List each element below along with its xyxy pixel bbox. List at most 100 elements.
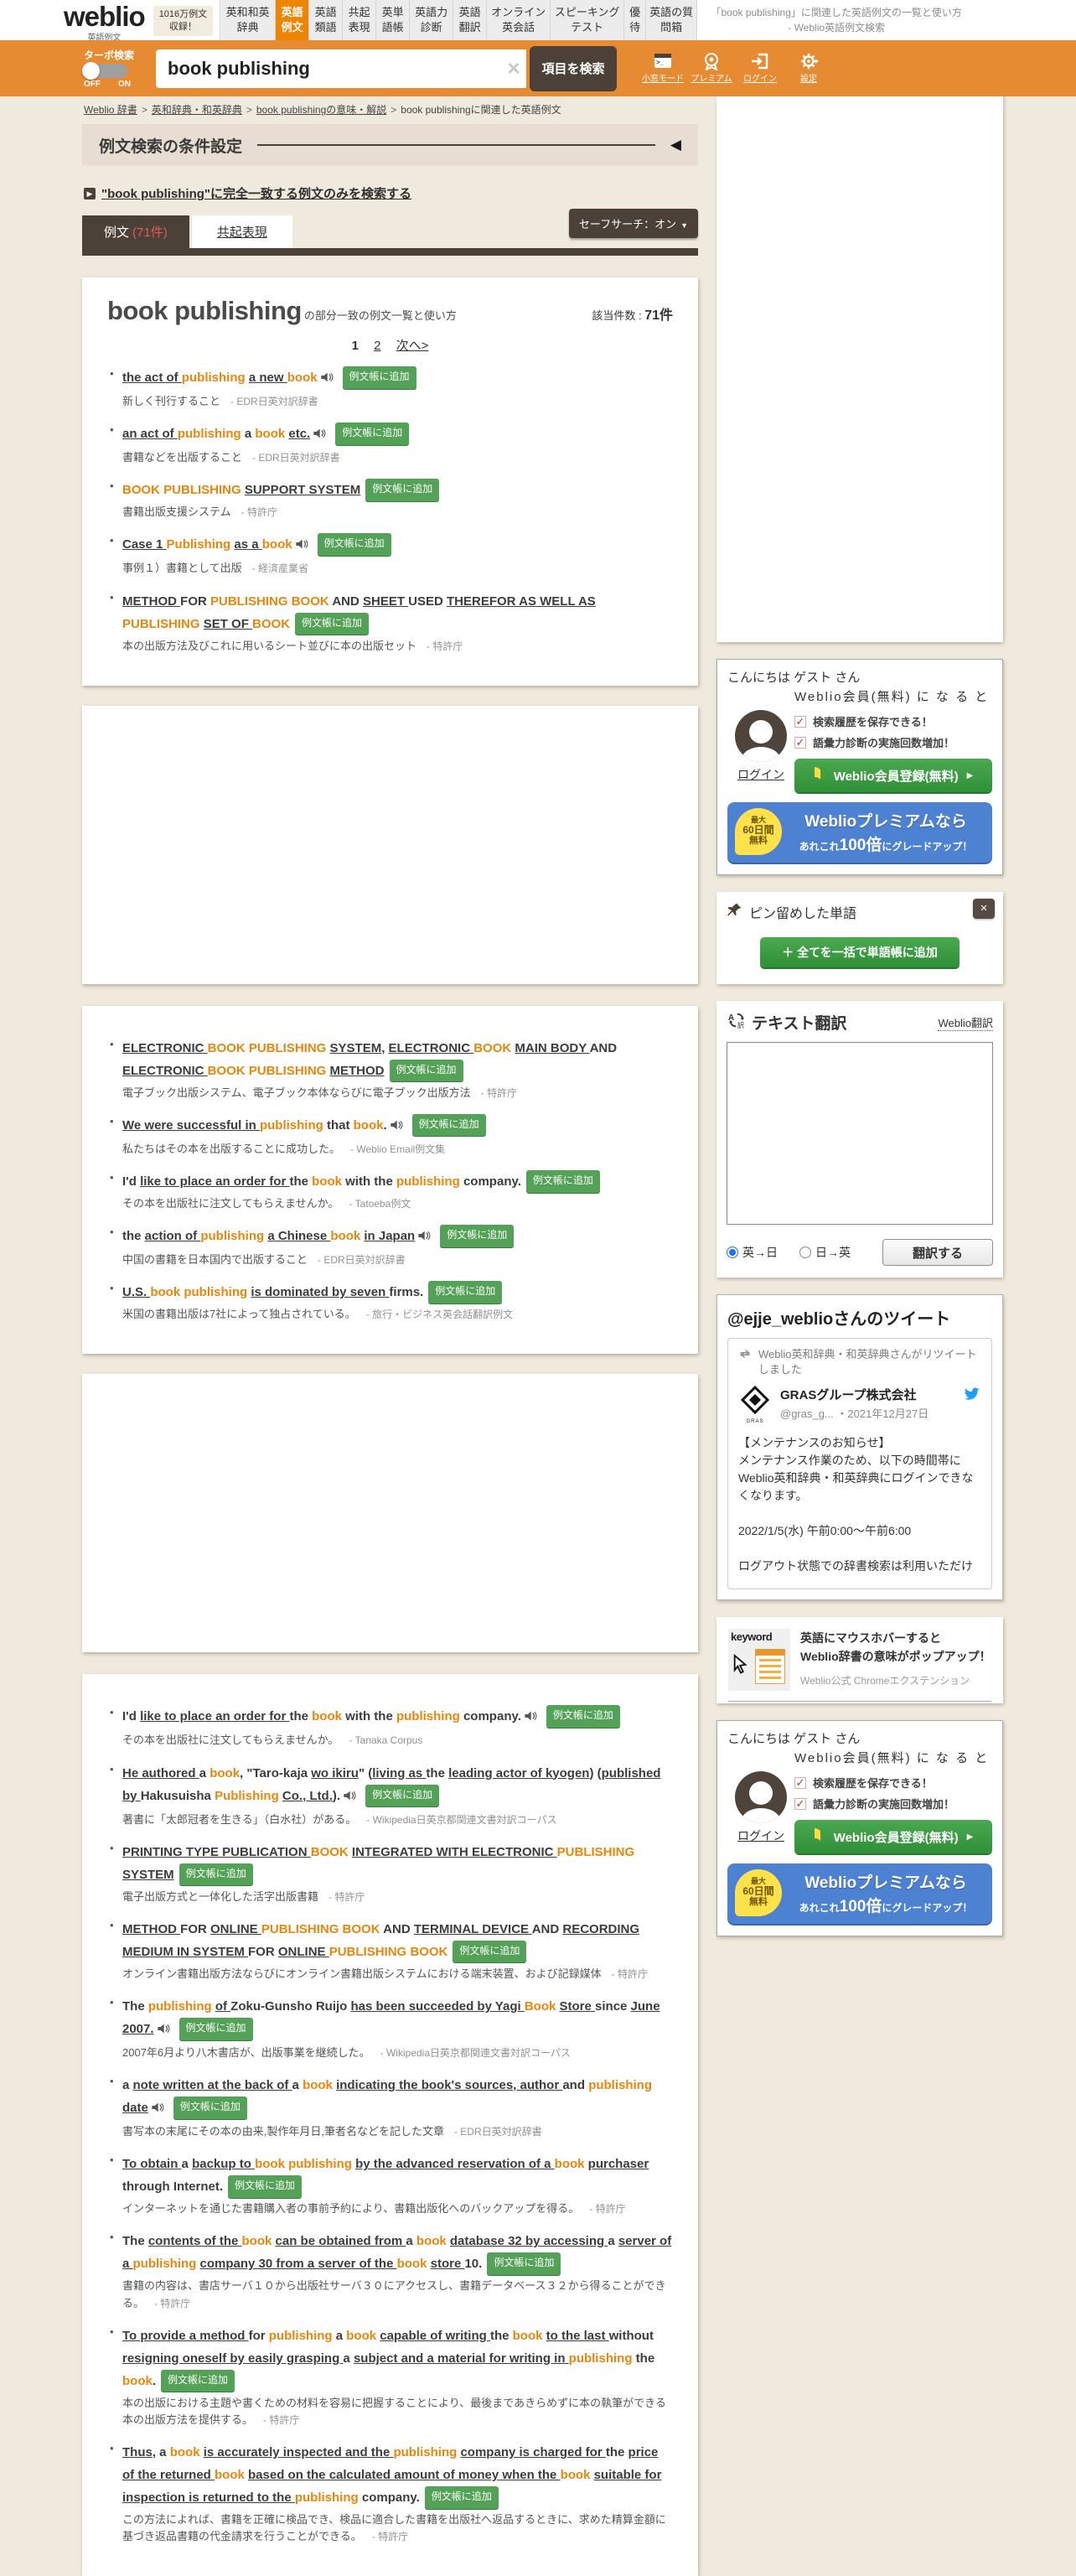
- highlighted-word-link[interactable]: BOOK PUBLISHING: [208, 1064, 330, 1078]
- word-link[interactable]: a new: [249, 371, 287, 385]
- word-link[interactable]: company 30 from a server of the: [200, 2257, 397, 2271]
- twitter-bird-icon[interactable]: [963, 1386, 981, 1407]
- header-tab-5[interactable]: 英単語帳: [375, 0, 410, 40]
- highlighted-word-link[interactable]: publishing: [200, 1229, 267, 1243]
- highlighted-word-link[interactable]: book publishing: [255, 2157, 355, 2171]
- highlighted-word-link[interactable]: book: [210, 1766, 240, 1780]
- breadcrumb-item-3[interactable]: book publishingの意味・解説: [256, 104, 386, 116]
- add-to-notebook-button[interactable]: 例文帳に追加: [525, 1169, 600, 1193]
- premium-banner[interactable]: 最大 60日間 無料 Weblioプレミアムなら あれこれ100倍にグレードアップ！: [727, 802, 992, 863]
- word-link[interactable]: MAIN BODY: [515, 1041, 589, 1055]
- word-link[interactable]: a Chinese: [267, 1229, 330, 1243]
- word-link[interactable]: store: [431, 2257, 465, 2271]
- word-link[interactable]: Co., Ltd.: [282, 1789, 333, 1803]
- tweet-card[interactable]: Weblio英和辞典・和英辞典さんがリツイートしました GRAS GRASグルー…: [727, 1338, 992, 1589]
- settings-button[interactable]: 設定: [784, 52, 833, 86]
- word-link[interactable]: ELECTRONIC: [122, 1064, 208, 1078]
- word-link[interactable]: SHEET: [363, 594, 408, 609]
- highlighted-word-link[interactable]: BOOK PUBLISHING: [208, 1041, 330, 1055]
- word-link[interactable]: database 32 by accessing: [450, 2234, 608, 2248]
- add-to-notebook-button[interactable]: 例文帳に追加: [411, 1113, 486, 1137]
- highlighted-word-link[interactable]: BOOK PUBLISHING: [122, 483, 245, 497]
- highlighted-word-link[interactable]: book: [561, 2468, 594, 2482]
- highlighted-word-link[interactable]: publishing: [182, 371, 249, 385]
- highlighted-word-link[interactable]: book: [255, 427, 288, 441]
- word-link[interactable]: SET OF: [204, 617, 252, 631]
- add-to-notebook-button[interactable]: 例文帳に追加: [178, 2017, 253, 2040]
- weblio-logo[interactable]: weblio 英語例文: [64, 0, 146, 43]
- audio-speaker-icon[interactable]: [151, 2098, 164, 2121]
- header-tab-8[interactable]: オンライン英会話: [486, 0, 551, 40]
- add-to-notebook-button[interactable]: 例文帳に追加: [161, 2369, 235, 2392]
- search-condition-panel[interactable]: 例文検索の条件設定 ◀: [82, 124, 698, 166]
- turbo-toggle[interactable]: [82, 62, 127, 80]
- add-to-notebook-button[interactable]: 例文帳に追加: [546, 1705, 620, 1728]
- header-tab-3[interactable]: 英語類語: [308, 0, 343, 40]
- word-link[interactable]: of: [215, 1999, 230, 2014]
- audio-speaker-icon[interactable]: [295, 535, 308, 557]
- highlighted-word-link[interactable]: book: [287, 371, 318, 385]
- word-link[interactable]: can be obtained from: [276, 2234, 406, 2248]
- search-button[interactable]: 項目を検索: [530, 45, 617, 91]
- word-link[interactable]: is dominated by seven: [251, 1285, 389, 1299]
- word-link[interactable]: INTEGRATED WITH ELECTRONIC: [352, 1845, 557, 1859]
- highlighted-word-link[interactable]: book: [416, 2234, 450, 2248]
- highlighted-word-link[interactable]: book: [346, 2329, 380, 2343]
- breadcrumb-item-1[interactable]: Weblio 辞書: [84, 104, 137, 116]
- mini-window-mode-button[interactable]: >_ 小窓モード: [639, 52, 687, 86]
- word-link[interactable]: METHOD: [122, 594, 180, 609]
- add-to-notebook-button[interactable]: 例文帳に追加: [228, 2175, 303, 2198]
- add-to-notebook-button[interactable]: 例文帳に追加: [173, 2097, 247, 2119]
- highlighted-word-link[interactable]: BOOK: [473, 1041, 515, 1055]
- word-link[interactable]: indicating the book's sources, author: [336, 2078, 562, 2092]
- highlighted-word-link[interactable]: publishing: [178, 427, 245, 441]
- word-link[interactable]: subject and a material for writing in: [354, 2351, 569, 2366]
- word-link[interactable]: ONLINE: [210, 1922, 261, 1936]
- word-link[interactable]: living as: [372, 1766, 426, 1780]
- highlighted-word-link[interactable]: publishing: [396, 1174, 463, 1189]
- word-link[interactable]: TERMINAL DEVICE: [414, 1922, 532, 1936]
- word-link[interactable]: METHOD: [122, 1922, 180, 1936]
- audio-speaker-icon[interactable]: [390, 1116, 403, 1138]
- audio-speaker-icon[interactable]: [157, 2019, 170, 2042]
- page-2-link[interactable]: 2: [374, 339, 380, 353]
- word-link[interactable]: contents of the: [148, 2234, 242, 2248]
- word-link[interactable]: SYSTEM: [122, 1868, 174, 1882]
- highlighted-word-link[interactable]: PUBLISHING BOOK: [329, 1945, 448, 1959]
- audio-speaker-icon[interactable]: [524, 1707, 537, 1729]
- toggle-knob[interactable]: [82, 62, 100, 80]
- word-link[interactable]: U.S.: [122, 1285, 150, 1299]
- add-to-notebook-button[interactable]: 例文帳に追加: [487, 2252, 561, 2275]
- word-link[interactable]: METHOD: [330, 1064, 385, 1078]
- word-link[interactable]: as a: [234, 537, 261, 552]
- word-link[interactable]: is accurately inspected and the: [204, 2445, 394, 2459]
- translate-textarea[interactable]: [727, 1042, 993, 1225]
- word-link[interactable]: in Japan: [364, 1229, 415, 1243]
- word-link[interactable]: Store: [560, 1999, 596, 2014]
- word-link[interactable]: To obtain: [122, 2157, 182, 2171]
- highlighted-word-link[interactable]: publishing: [396, 1709, 463, 1723]
- login-link[interactable]: ログイン: [737, 1827, 784, 1844]
- audio-speaker-icon[interactable]: [417, 1226, 431, 1249]
- word-link[interactable]: has been succeeded by Yagi: [351, 1999, 525, 2014]
- word-link[interactable]: etc.: [288, 427, 310, 441]
- add-to-notebook-button[interactable]: 例文帳に追加: [342, 366, 416, 389]
- tab-examples[interactable]: 例文 (71件): [82, 215, 189, 248]
- highlighted-word-link[interactable]: Publishing: [167, 537, 235, 552]
- close-icon[interactable]: ×: [973, 899, 995, 919]
- word-link[interactable]: note written at the back of: [133, 2078, 292, 2092]
- word-link[interactable]: like to place an order for: [140, 1174, 289, 1189]
- weblio-translate-link[interactable]: Weblio翻訳: [938, 1014, 993, 1031]
- highlighted-word-link[interactable]: book: [354, 1118, 384, 1133]
- highlighted-word-link[interactable]: BOOK: [311, 1845, 352, 1859]
- highlighted-word-link[interactable]: BOOK: [252, 617, 290, 631]
- search-input[interactable]: [156, 49, 526, 88]
- word-link[interactable]: THEREFOR AS WELL AS: [447, 594, 596, 609]
- highlighted-word-link[interactable]: publishing: [260, 1118, 327, 1133]
- add-to-notebook-button[interactable]: 例文帳に追加: [440, 1225, 515, 1247]
- word-link[interactable]: backup to: [192, 2157, 255, 2171]
- login-link[interactable]: ログイン: [737, 766, 784, 783]
- add-to-notebook-button[interactable]: 例文帳に追加: [317, 533, 391, 557]
- highlighted-word-link[interactable]: publishing: [588, 2078, 652, 2092]
- word-link[interactable]: by the advanced reservation of a: [355, 2157, 555, 2171]
